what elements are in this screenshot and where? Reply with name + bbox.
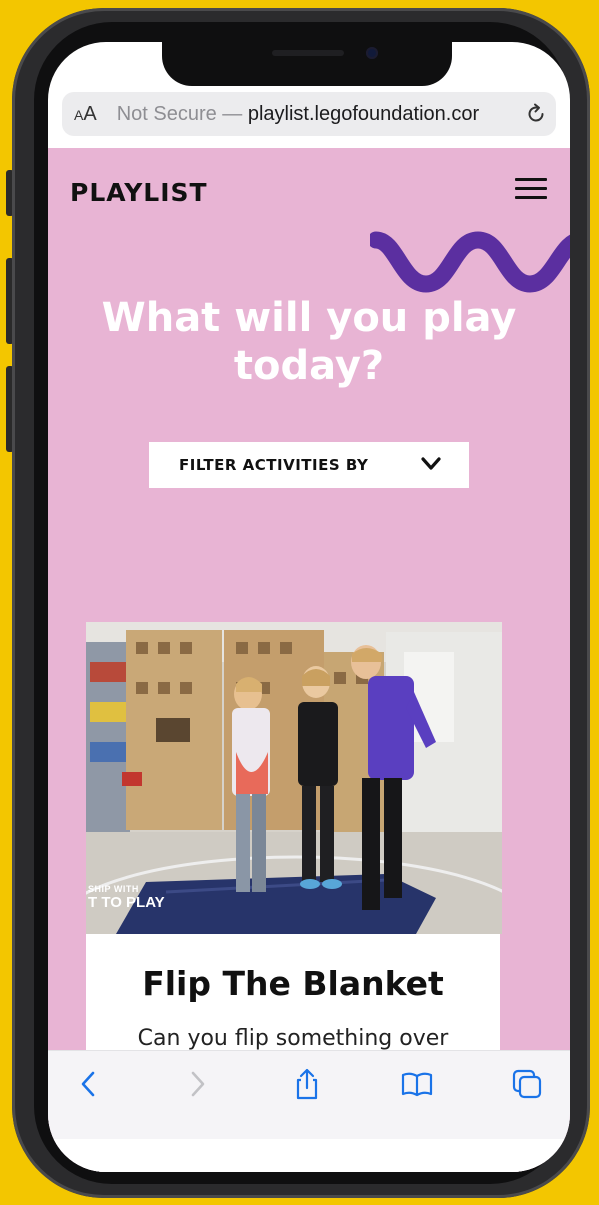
tabs-icon[interactable] <box>510 1067 544 1101</box>
browser-toolbar <box>48 1050 570 1172</box>
url-text[interactable]: Not Secure — playlist.legofoundation.cor <box>117 103 507 126</box>
chevron-down-icon <box>421 457 441 470</box>
filter-activities-dropdown[interactable]: FILTER ACTIVITIES BY <box>149 442 469 488</box>
hero-line-1: What will you play <box>101 295 517 341</box>
site-logo[interactable]: PLAYLIST <box>70 178 208 207</box>
hamburger-menu-icon[interactable] <box>515 178 549 200</box>
front-camera <box>366 47 378 59</box>
activity-photo[interactable]: SHIP WITH T TO PLAY <box>86 622 502 934</box>
hero-heading: What will you play today? <box>48 294 570 390</box>
url-domain: playlist.legofoundation.cor <box>247 102 480 125</box>
chevron-left-icon[interactable] <box>72 1067 106 1101</box>
card-title[interactable]: Flip The Blanket <box>86 964 500 1003</box>
phone-notch <box>162 42 452 86</box>
share-icon[interactable] <box>290 1067 324 1101</box>
hero-line-2: today? <box>233 343 385 389</box>
earpiece-speaker <box>272 50 344 56</box>
book-icon[interactable] <box>400 1067 434 1101</box>
phone-screen: AA Not Secure — playlist.legofoundation.… <box>48 42 570 1172</box>
home-indicator-area <box>48 1139 570 1172</box>
chevron-right-icon[interactable] <box>180 1067 214 1101</box>
address-bar[interactable]: AA Not Secure — playlist.legofoundation.… <box>62 92 556 136</box>
text-size-button[interactable]: AA <box>74 103 97 126</box>
card-description: Can you flip something over <box>137 1026 449 1051</box>
filter-label: FILTER ACTIVITIES BY <box>179 456 369 474</box>
watermark-line-1: SHIP WITH <box>88 884 139 894</box>
decorative-wave <box>370 231 570 293</box>
video-watermark: SHIP WITH T TO PLAY <box>88 884 165 911</box>
web-page: PLAYLIST What will you play today? FILTE… <box>48 148 570 1172</box>
watermark-line-2: T TO PLAY <box>88 894 165 911</box>
reload-icon[interactable] <box>524 102 548 126</box>
security-label: Not Secure — <box>116 102 243 125</box>
